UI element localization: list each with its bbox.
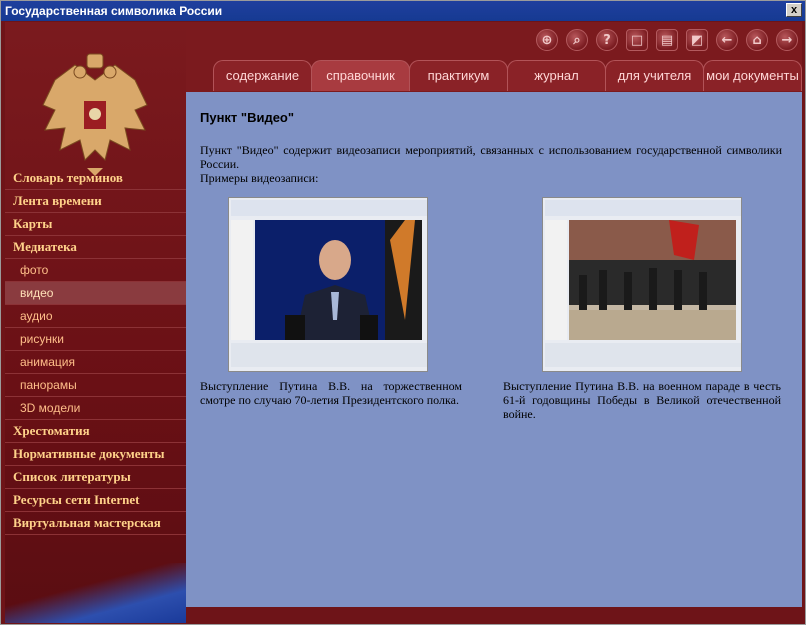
player-menubar: [231, 200, 427, 216]
sidebar: Словарь терминов Лента времени Карты Мед…: [5, 22, 186, 623]
player-controls[interactable]: [545, 343, 741, 367]
sidebar-item-timeline[interactable]: Лента времени: [5, 190, 186, 213]
tab-contents[interactable]: содержание: [213, 60, 312, 91]
video-frame-speech: [255, 220, 422, 340]
sidebar-item-photo[interactable]: фото: [5, 259, 186, 282]
bookmark-icon[interactable]: ◩: [686, 29, 708, 51]
video-caption: Выступление Путина В.В. на военном парад…: [503, 379, 781, 421]
player-menubar: [545, 200, 741, 216]
intro-text: Пункт "Видео" содержит видеозаписи мероп…: [200, 143, 782, 171]
decorative-wave: [5, 563, 186, 623]
help-icon[interactable]: ?: [596, 29, 618, 51]
window-title: Государственная символика России: [5, 4, 223, 18]
video-thumbnail[interactable]: [228, 197, 428, 372]
back-icon[interactable]: ←: [716, 29, 738, 51]
sidebar-item-anthology[interactable]: Хрестоматия: [5, 420, 186, 443]
home-icon[interactable]: ⌂: [746, 29, 768, 51]
sidebar-item-dictionary[interactable]: Словарь терминов: [5, 167, 186, 190]
content-body: Пункт "Видео" Пункт "Видео" содержит вид…: [200, 110, 782, 185]
forward-icon[interactable]: →: [776, 29, 798, 51]
sidebar-item-maps[interactable]: Карты: [5, 213, 186, 236]
top-toolbar: ⊕ ⌕ ? □ ▤ ◩ ← ⌂ → содержание справочник …: [186, 22, 802, 92]
player-sidebar: [231, 220, 253, 340]
player-controls[interactable]: [231, 343, 427, 367]
player-sidebar: [545, 220, 567, 340]
sidebar-item-virtual-workshop[interactable]: Виртуальная мастерская: [5, 512, 186, 535]
page-title: Пункт "Видео": [200, 110, 295, 125]
tab-reference[interactable]: справочник: [311, 60, 410, 91]
video-caption: Выступление Путина В.В. на торжественном…: [200, 379, 462, 407]
examples-label: Примеры видеозаписи:: [200, 171, 319, 185]
sidebar-item-3d-models[interactable]: 3D модели: [5, 397, 186, 420]
print-icon[interactable]: ▤: [656, 29, 678, 51]
tab-for-teacher[interactable]: для учителя: [605, 60, 704, 91]
sidebar-item-media-library[interactable]: Медиатека: [5, 236, 186, 259]
sidebar-item-bibliography[interactable]: Список литературы: [5, 466, 186, 489]
magnify-icon[interactable]: ⌕: [566, 29, 588, 51]
sidebar-item-internet-resources[interactable]: Ресурсы сети Internet: [5, 489, 186, 512]
toolbar-icons: ⊕ ⌕ ? □ ▤ ◩ ← ⌂ →: [536, 29, 798, 51]
tab-my-documents[interactable]: мои документы: [703, 60, 802, 91]
coat-of-arms-icon: [42, 53, 148, 176]
close-button[interactable]: x: [786, 3, 802, 17]
sidebar-item-regulations[interactable]: Нормативные документы: [5, 443, 186, 466]
sidebar-item-drawings[interactable]: рисунки: [5, 328, 186, 351]
tab-journal[interactable]: журнал: [507, 60, 606, 91]
title-bar: Государственная символика России x: [1, 1, 805, 21]
nav-tabs: содержание справочник практикум журнал д…: [213, 60, 802, 92]
bottom-bar: [186, 607, 802, 623]
sidebar-item-video[interactable]: видео: [5, 282, 186, 305]
video-thumbnail[interactable]: [542, 197, 742, 372]
sidebar-menu: Словарь терминов Лента времени Карты Мед…: [5, 167, 186, 535]
app-window: Государственная символика России x Слова…: [0, 0, 806, 625]
sidebar-item-panoramas[interactable]: панорамы: [5, 374, 186, 397]
sidebar-item-animation[interactable]: анимация: [5, 351, 186, 374]
video-frame-parade: [569, 220, 736, 340]
sidebar-item-audio[interactable]: аудио: [5, 305, 186, 328]
fullscreen-icon[interactable]: □: [626, 29, 648, 51]
content-pane: Пункт "Видео" Пункт "Видео" содержит вид…: [186, 92, 802, 607]
tab-practicum[interactable]: практикум: [409, 60, 508, 91]
search-icon[interactable]: ⊕: [536, 29, 558, 51]
